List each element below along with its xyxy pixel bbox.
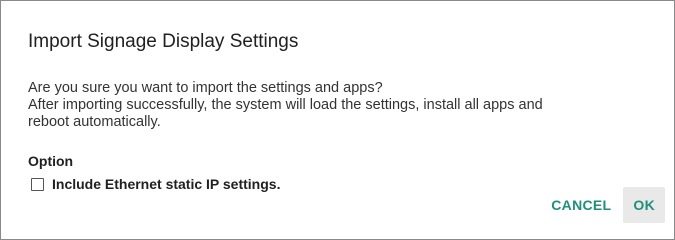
include-static-ip-option[interactable]: Include Ethernet static IP settings. (31, 175, 280, 193)
import-settings-dialog: Import Signage Display Settings Are you … (0, 0, 675, 240)
cancel-button[interactable]: CANCEL (541, 187, 621, 223)
message-line: reboot automatically. (28, 114, 161, 130)
dialog-title: Import Signage Display Settings (28, 31, 299, 52)
ok-button[interactable]: OK (623, 187, 665, 223)
message-line: After importing successfully, the system… (28, 97, 543, 113)
dialog-message: Are you sure you want to import the sett… (28, 80, 648, 131)
option-heading: Option (28, 153, 74, 169)
message-line: Are you sure you want to import the sett… (28, 80, 383, 96)
dialog-actions: CANCEL OK (541, 187, 665, 223)
include-static-ip-checkbox[interactable] (31, 177, 44, 191)
include-static-ip-label[interactable]: Include Ethernet static IP settings. (52, 176, 280, 192)
